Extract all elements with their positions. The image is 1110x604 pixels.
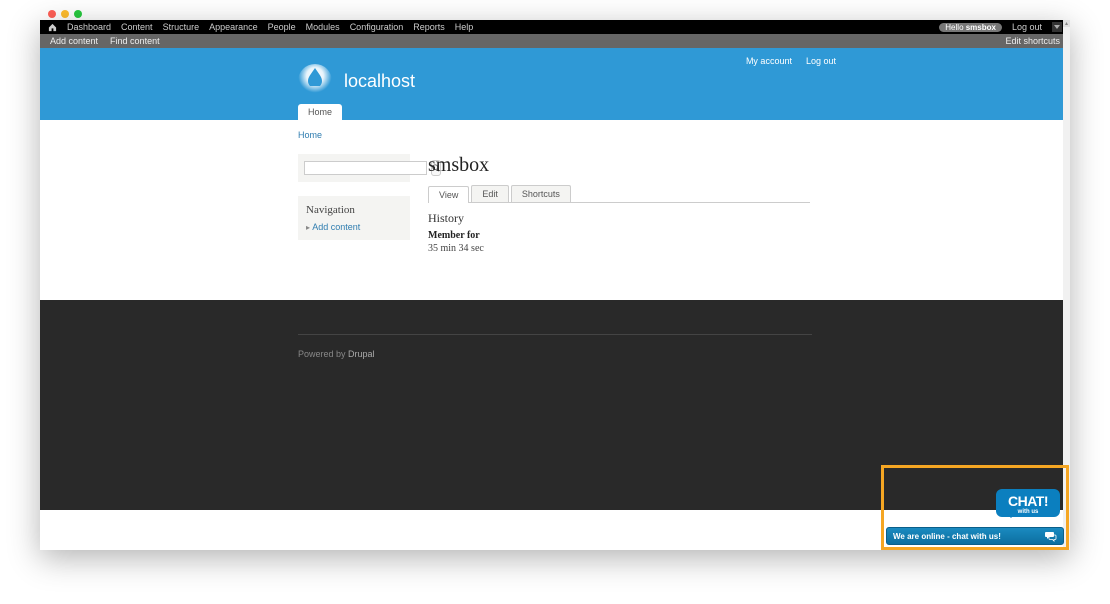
- search-block: [298, 154, 410, 182]
- page-body: Home Navigation Add content smsbo: [40, 120, 1070, 300]
- admin-toolbar: Dashboard Content Structure Appearance P…: [40, 20, 1070, 34]
- nav-link-add-content[interactable]: Add content: [312, 222, 360, 232]
- footer-divider: [298, 334, 812, 335]
- main-content: smsbox View Edit Shortcuts History Membe…: [428, 154, 1070, 254]
- admin-menu-help[interactable]: Help: [455, 22, 474, 32]
- header-user-links: My account Log out: [746, 56, 836, 66]
- tab-shortcuts[interactable]: Shortcuts: [511, 185, 571, 202]
- hello-user-badge[interactable]: Hello smsbox: [939, 23, 1002, 32]
- history-heading: History: [428, 211, 810, 226]
- edit-shortcuts[interactable]: Edit shortcuts: [1005, 36, 1060, 46]
- navigation-block: Navigation Add content: [298, 196, 410, 240]
- admin-menu-dashboard[interactable]: Dashboard: [67, 22, 111, 32]
- page-title: smsbox: [428, 154, 810, 177]
- tab-view[interactable]: View: [428, 186, 469, 203]
- member-for-value: 35 min 34 sec: [428, 243, 810, 254]
- content-tabs: View Edit Shortcuts: [428, 185, 810, 203]
- tab-edit[interactable]: Edit: [471, 185, 509, 202]
- admin-menu-appearance[interactable]: Appearance: [209, 22, 258, 32]
- site-footer: Powered by Drupal: [40, 300, 1070, 510]
- sidebar: Navigation Add content: [298, 154, 410, 254]
- member-for-label: Member for: [428, 230, 810, 241]
- powered-by: Powered by Drupal: [298, 349, 812, 359]
- admin-caret-icon[interactable]: [1052, 22, 1062, 32]
- shortcut-add-content[interactable]: Add content: [50, 36, 98, 46]
- breadcrumb-home[interactable]: Home: [298, 130, 322, 140]
- admin-logout[interactable]: Log out: [1012, 22, 1042, 32]
- primary-tab-home[interactable]: Home: [298, 104, 342, 120]
- drupal-logo-icon[interactable]: [298, 64, 332, 98]
- scroll-up-icon[interactable]: ▴: [1063, 20, 1070, 27]
- admin-menu-content[interactable]: Content: [121, 22, 153, 32]
- search-input[interactable]: [304, 161, 427, 175]
- powered-by-link[interactable]: Drupal: [348, 349, 375, 359]
- admin-menu-structure[interactable]: Structure: [163, 22, 200, 32]
- admin-menu-configuration[interactable]: Configuration: [350, 22, 404, 32]
- admin-menu-modules[interactable]: Modules: [306, 22, 340, 32]
- navigation-title: Navigation: [306, 204, 402, 216]
- admin-menu-reports[interactable]: Reports: [413, 22, 445, 32]
- admin-menu-people[interactable]: People: [268, 22, 296, 32]
- breadcrumb: Home: [298, 130, 1070, 140]
- nav-item-add-content: Add content: [306, 222, 402, 232]
- mac-window-dots: [48, 10, 82, 18]
- chat-bubble-big: CHAT!: [1002, 493, 1054, 509]
- scrollbar[interactable]: ▴: [1063, 20, 1070, 550]
- my-account-link[interactable]: My account: [746, 56, 792, 66]
- chat-bar[interactable]: We are online - chat with us!: [886, 527, 1064, 545]
- browser-window: Dashboard Content Structure Appearance P…: [40, 20, 1070, 550]
- site-header: My account Log out localhost Home: [40, 48, 1070, 120]
- chat-bar-text: We are online - chat with us!: [893, 532, 1001, 541]
- chat-bubble[interactable]: CHAT! with us: [996, 489, 1060, 517]
- shortcut-bar: Add content Find content Edit shortcuts: [40, 34, 1070, 48]
- header-logout-link[interactable]: Log out: [806, 56, 836, 66]
- site-name[interactable]: localhost: [344, 71, 415, 92]
- chat-icon: [1045, 530, 1057, 542]
- shortcut-find-content[interactable]: Find content: [110, 36, 160, 46]
- chat-bubble-small: with us: [1002, 509, 1054, 515]
- home-icon[interactable]: [48, 23, 57, 32]
